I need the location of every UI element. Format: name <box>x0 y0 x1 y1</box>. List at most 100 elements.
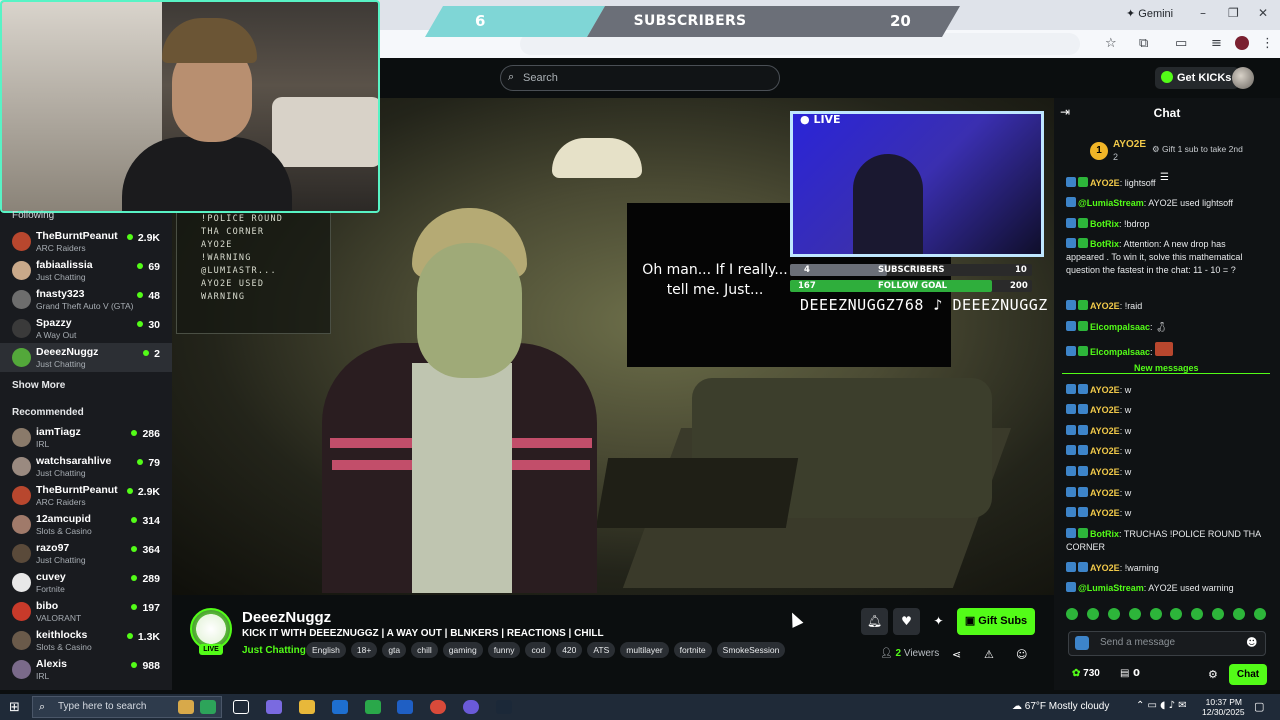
tag-chip[interactable]: cod <box>525 642 552 658</box>
steam-icon[interactable] <box>496 700 512 714</box>
tag-chip[interactable]: SmokeSession <box>716 642 786 658</box>
app-icon[interactable] <box>397 700 413 714</box>
bot-badge-icon <box>1066 197 1076 207</box>
emote-icon[interactable] <box>1253 608 1266 620</box>
bookmark-star-icon[interactable]: ☆ <box>1105 36 1117 52</box>
taskbar-search-placeholder: Type here to search <box>58 701 147 712</box>
subscription-count[interactable]: ▤ 0 <box>1120 668 1140 679</box>
tag-chip[interactable]: funny <box>487 642 521 658</box>
tag-chip[interactable]: ATS <box>587 642 616 658</box>
stream-category-link[interactable]: Just Chatting <box>242 645 306 656</box>
sidebar-item-iamtiagz[interactable]: iamTiagz IRL 286 <box>0 423 172 452</box>
command-line: THA CORNER <box>201 227 265 237</box>
emoji-picker-icon[interactable]: ☻ <box>1246 636 1257 649</box>
clock[interactable]: 10:37 PM 12/30/2025 <box>1202 697 1245 717</box>
sidebar-item-fnasty323[interactable]: fnasty323 Grand Theft Auto V (GTA) 48 <box>0 285 172 314</box>
emote-icon[interactable] <box>1212 608 1225 620</box>
file-explorer-icon[interactable] <box>299 700 315 714</box>
outlook-icon[interactable] <box>332 700 348 714</box>
chat-identity-icon[interactable] <box>1075 636 1089 650</box>
emote-icon[interactable] <box>1128 608 1141 620</box>
tag-chip[interactable]: chill <box>411 642 438 658</box>
restore-icon[interactable]: ❐ <box>1228 6 1239 20</box>
chrome-icon[interactable] <box>430 700 446 714</box>
tag-chip[interactable]: English <box>306 642 346 658</box>
tag-chip[interactable]: gta <box>382 642 407 658</box>
channel-name: DeeezNuggz <box>36 346 99 358</box>
emote-icon[interactable] <box>1170 608 1183 620</box>
notification-icon[interactable]: ▢ <box>1254 700 1264 713</box>
collab-person <box>853 154 923 254</box>
emote-icon[interactable] <box>1149 608 1162 620</box>
more-users-icon[interactable]: ☺ <box>1016 648 1027 661</box>
sidebar-item-deeeznuggz[interactable]: DeeezNuggz Just Chatting 2 <box>0 343 172 372</box>
sidebar-item-spazzy[interactable]: Spazzy A Way Out 30 <box>0 314 172 343</box>
emote-icon[interactable] <box>1086 608 1099 620</box>
channel-name: fnasty323 <box>36 288 85 300</box>
viewer-count: 289 <box>131 573 160 585</box>
tag-chip[interactable]: 18+ <box>350 642 378 658</box>
extensions-icon[interactable]: ⧉ <box>1139 36 1148 52</box>
sidebar-item-theburntpeanut[interactable]: TheBurntPeanut ARC Raiders 2.9K <box>0 227 172 256</box>
live-dot-icon <box>126 234 133 240</box>
collab-sub-label: SUBSCRIBERS <box>878 265 945 275</box>
report-icon[interactable]: ⚠ <box>984 648 994 661</box>
windows-start-icon[interactable]: ⊞ <box>9 700 20 715</box>
tag-chip[interactable]: multilayer <box>620 642 669 658</box>
avatar <box>12 573 31 592</box>
taskbar-widget-icon[interactable] <box>178 700 194 714</box>
share-icon[interactable]: ⋖ <box>952 648 961 661</box>
gift-leaderboard[interactable]: 1 AYO2E 2 ⚙ Gift 1 sub to take 2nd <box>1062 134 1274 172</box>
tag-chip[interactable]: fortnite <box>673 642 712 658</box>
avatar[interactable] <box>1232 67 1254 89</box>
tag-chip[interactable]: gaming <box>442 642 483 658</box>
show-more-button[interactable]: Show More <box>12 380 65 391</box>
task-view-icon[interactable] <box>233 700 249 714</box>
emote-icon[interactable] <box>1233 608 1245 620</box>
sidebar-item-theburntpeanut-rec[interactable]: TheBurntPeanut ARC Raiders 2.9K <box>0 481 172 510</box>
sidebar-item-razo97[interactable]: razo97 Just Chatting 364 <box>0 539 172 568</box>
sidebar-item-watchsarahlive[interactable]: watchsarahlive Just Chatting 79 <box>0 452 172 481</box>
sparkle-button[interactable]: ✦ <box>925 608 952 635</box>
weather-text: 67°F Mostly cloudy <box>1024 701 1110 712</box>
emote-icon[interactable] <box>1191 608 1204 620</box>
webcam-person-cap <box>162 18 257 63</box>
system-tray[interactable]: ⌃ ▭ ◖ ♪ ✉ <box>1136 700 1187 711</box>
close-window-icon[interactable]: ✕ <box>1258 6 1268 20</box>
media-controls-icon[interactable]: ≡ <box>1211 36 1222 52</box>
chat-message: @LumiaStream: AYO2E used lightsoff <box>1066 197 1266 210</box>
channel-name: keithlocks <box>36 629 88 641</box>
gear-icon[interactable]: ⚙ <box>1208 668 1218 681</box>
new-messages-divider: New messages <box>1062 363 1270 374</box>
sidebar-item-alexis[interactable]: Alexis IRL 988 <box>0 655 172 684</box>
sidebar-item-cuvey[interactable]: cuvey Fortnite 289 <box>0 568 172 597</box>
copilot-icon[interactable] <box>266 700 282 714</box>
chat-message: AYO2E: lightsoff <box>1066 177 1266 190</box>
split-view-icon[interactable]: ▭ <box>1175 36 1187 52</box>
minimize-icon[interactable]: – <box>1200 6 1206 20</box>
follow-button[interactable]: ♥ <box>893 608 920 635</box>
emote-icon[interactable] <box>1107 608 1120 620</box>
sidebar-item-fabiaalissia[interactable]: fabiaalissia Just Chatting 69 <box>0 256 172 285</box>
weather-widget[interactable]: ☁ 67°F Mostly cloudy <box>1012 701 1109 712</box>
emote-icon[interactable] <box>1066 608 1078 620</box>
app-icon[interactable] <box>365 700 381 714</box>
gemini-button[interactable]: ✦ Gemini <box>1118 5 1181 23</box>
tag-chip[interactable]: 420 <box>556 642 583 658</box>
kicks-balance[interactable]: ✿ 730 <box>1072 668 1100 679</box>
notification-bell-button[interactable]: 🔔︎ <box>861 608 888 635</box>
sidebar-item-keithlocks[interactable]: keithlocks Slots & Casino 1.3K <box>0 626 172 655</box>
collab-sub-target: 10 <box>1015 265 1027 275</box>
chat-input-placeholder: Send a message <box>1100 637 1176 648</box>
streamer-name[interactable]: DeeezNuggz <box>242 609 331 626</box>
browser-menu-icon[interactable]: ⋮ <box>1261 36 1274 52</box>
profile-avatar[interactable] <box>1235 36 1249 50</box>
gift-subs-button[interactable]: ▣ Gift Subs <box>957 608 1035 635</box>
send-chat-button[interactable]: Chat <box>1229 664 1267 685</box>
sidebar-item-12amcupid[interactable]: 12amcupid Slots & Casino 314 <box>0 510 172 539</box>
app-icon[interactable] <box>463 700 479 714</box>
chat-message: BotRix: !bdrop <box>1066 218 1266 231</box>
get-kicks-button[interactable]: Get KICKs <box>1155 67 1240 89</box>
sidebar-item-bibo[interactable]: bibo VALORANT 197 <box>0 597 172 626</box>
taskbar-widget-icon[interactable] <box>200 700 216 714</box>
